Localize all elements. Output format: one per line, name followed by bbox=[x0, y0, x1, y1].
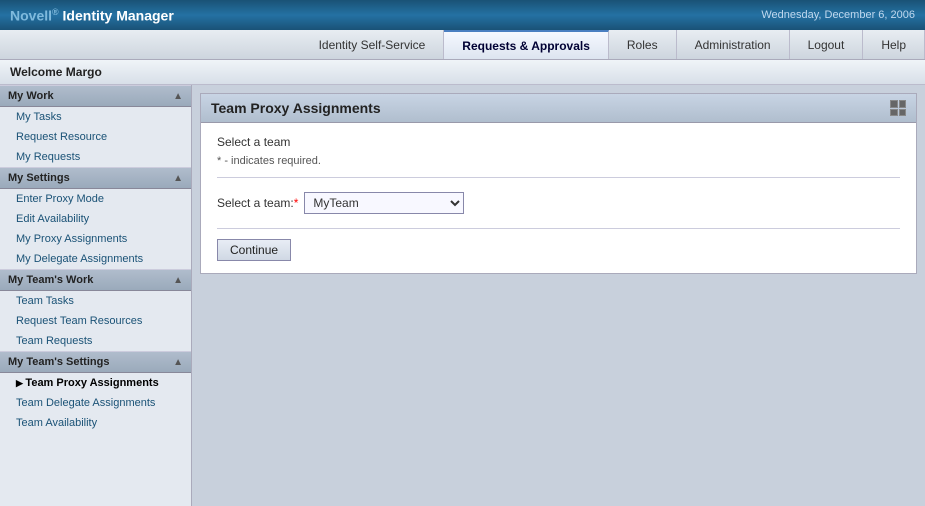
sidebar-item-team-delegate-assignments[interactable]: Team Delegate Assignments bbox=[0, 393, 191, 413]
app-header: Novell® Identity Manager Wednesday, Dece… bbox=[0, 0, 925, 30]
tab-help[interactable]: Help bbox=[863, 30, 925, 59]
tab-logout[interactable]: Logout bbox=[790, 30, 864, 59]
app-logo: Novell® Identity Manager bbox=[10, 7, 174, 24]
sidebar-item-my-proxy-assignments[interactable]: My Proxy Assignments bbox=[0, 229, 191, 249]
sidebar-item-my-requests[interactable]: My Requests bbox=[0, 147, 191, 167]
content-body: Select a team * - indicates required. Se… bbox=[201, 123, 916, 273]
tab-identity-self-service[interactable]: Identity Self-Service bbox=[301, 30, 445, 59]
sidebar-item-my-delegate-assignments[interactable]: My Delegate Assignments bbox=[0, 249, 191, 269]
sidebar-item-my-tasks[interactable]: My Tasks bbox=[0, 107, 191, 127]
divider-bottom bbox=[217, 228, 900, 229]
select-team-row: Select a team:* MyTeam bbox=[217, 192, 900, 214]
tab-requests-approvals[interactable]: Requests & Approvals bbox=[444, 30, 609, 59]
sidebar-section-my-settings: My Settings ▲ bbox=[0, 167, 191, 189]
sidebar: My Work ▲ My Tasks Request Resource My R… bbox=[0, 85, 192, 506]
divider-top bbox=[217, 177, 900, 178]
header-date: Wednesday, December 6, 2006 bbox=[761, 9, 915, 21]
content-area: Team Proxy Assignments Select a team * -… bbox=[192, 85, 925, 506]
continue-button[interactable]: Continue bbox=[217, 239, 291, 261]
required-note: * - indicates required. bbox=[217, 155, 900, 167]
sidebar-section-my-work-label: My Work bbox=[8, 90, 54, 102]
sidebar-section-my-teams-settings-label: My Team's Settings bbox=[8, 356, 109, 368]
sidebar-section-my-teams-work: My Team's Work ▲ bbox=[0, 269, 191, 291]
sidebar-collapse-my-teams-work[interactable]: ▲ bbox=[173, 275, 183, 286]
sidebar-section-my-teams-settings: My Team's Settings ▲ bbox=[0, 351, 191, 373]
sidebar-item-request-team-resources[interactable]: Request Team Resources bbox=[0, 311, 191, 331]
sidebar-section-my-teams-work-label: My Team's Work bbox=[8, 274, 93, 286]
sidebar-collapse-my-teams-settings[interactable]: ▲ bbox=[173, 357, 183, 368]
logo-novell: Novell bbox=[10, 7, 52, 23]
grid-view-icon[interactable] bbox=[890, 100, 906, 116]
tab-roles[interactable]: Roles bbox=[609, 30, 677, 59]
logo-product: Identity Manager bbox=[63, 7, 174, 23]
intro-text: Select a team bbox=[217, 135, 900, 149]
sidebar-item-request-resource[interactable]: Request Resource bbox=[0, 127, 191, 147]
sidebar-section-my-work: My Work ▲ bbox=[0, 85, 191, 107]
main-layout: My Work ▲ My Tasks Request Resource My R… bbox=[0, 85, 925, 506]
welcome-text: Welcome Margo bbox=[10, 65, 102, 79]
sidebar-collapse-my-settings[interactable]: ▲ bbox=[173, 173, 183, 184]
sidebar-section-my-settings-label: My Settings bbox=[8, 172, 70, 184]
sidebar-item-team-requests[interactable]: Team Requests bbox=[0, 331, 191, 351]
sidebar-collapse-my-work[interactable]: ▲ bbox=[173, 91, 183, 102]
sidebar-item-team-availability[interactable]: Team Availability bbox=[0, 413, 191, 433]
logo-registered: ® bbox=[52, 7, 59, 17]
sidebar-item-team-tasks[interactable]: Team Tasks bbox=[0, 291, 191, 311]
select-team-dropdown[interactable]: MyTeam bbox=[304, 192, 464, 214]
sidebar-item-enter-proxy-mode[interactable]: Enter Proxy Mode bbox=[0, 189, 191, 209]
sidebar-item-team-proxy-assignments[interactable]: Team Proxy Assignments bbox=[0, 373, 191, 393]
select-team-label: Select a team:* bbox=[217, 196, 298, 210]
navigation-bar: Identity Self-Service Requests & Approva… bbox=[0, 30, 925, 60]
content-panel-header: Team Proxy Assignments bbox=[201, 94, 916, 123]
content-panel: Team Proxy Assignments Select a team * -… bbox=[200, 93, 917, 274]
required-marker: * bbox=[294, 196, 299, 210]
welcome-bar: Welcome Margo bbox=[0, 60, 925, 85]
page-title: Team Proxy Assignments bbox=[211, 100, 381, 116]
tab-administration[interactable]: Administration bbox=[677, 30, 790, 59]
sidebar-item-edit-availability[interactable]: Edit Availability bbox=[0, 209, 191, 229]
